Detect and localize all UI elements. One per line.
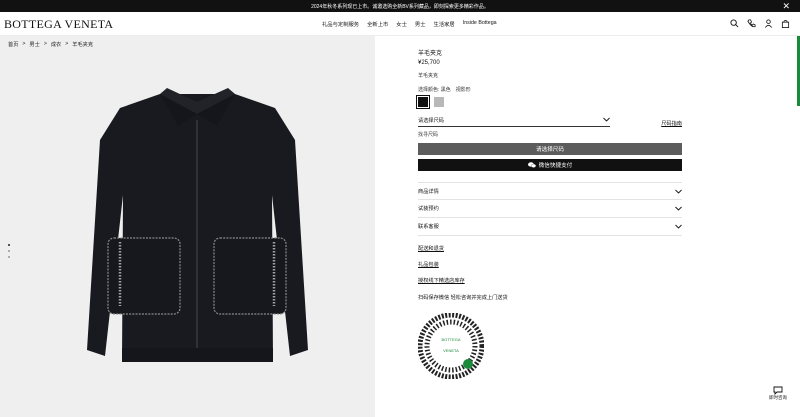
service-links: 配送和退货 礼品包装 授权线下精选店库存: [418, 245, 682, 284]
chevron-down-icon: [603, 117, 610, 122]
wechat-pay-button[interactable]: 微信快捷支付: [418, 159, 682, 171]
wechat-pay-label: 微信快捷支付: [538, 163, 573, 169]
gallery-dot[interactable]: [8, 256, 10, 258]
product-title: 羊毛夹克: [418, 51, 443, 57]
site-header: BOTTEGA VENETA 礼品与定制服务 全新上市 女士 男士 生活家居 I…: [0, 12, 800, 36]
gallery-dot[interactable]: [8, 250, 10, 252]
accordion-label: 试装预约: [418, 206, 439, 212]
accordion-details[interactable]: 商品详情: [418, 182, 682, 200]
account-icon[interactable]: [764, 19, 773, 28]
breadcrumb-home[interactable]: 首页: [8, 41, 18, 48]
wechat-icon: [527, 162, 536, 168]
chat-label: 即时咨询: [769, 395, 787, 400]
brand-logo[interactable]: BOTTEGA VENETA: [4, 17, 113, 32]
breadcrumb-current: 羊毛夹克: [72, 42, 94, 48]
accordion-fitting[interactable]: 试装预约: [418, 200, 682, 218]
breadcrumb-ready-to-wear[interactable]: 成衣: [51, 41, 61, 48]
live-chat-button[interactable]: 即时咨询: [764, 386, 792, 408]
chevron-down-icon: [675, 189, 682, 194]
nav-item-gifts[interactable]: 礼品与定制服务: [322, 20, 359, 28]
announcement-bar: 2024年秋冬系列现已上市。诚邀选购全新BV系列藏品，即刻探索更多精彩作品。 ✕: [0, 0, 800, 12]
qr-note: 扫码保存微信 轻松咨询并完成上门送货: [418, 295, 508, 301]
store-stock-link[interactable]: 授权线下精选店库存: [418, 277, 465, 284]
gallery-dot[interactable]: [8, 244, 10, 246]
accordion: 商品详情 试装预约 联系客服: [418, 182, 682, 236]
bag-icon[interactable]: [781, 19, 790, 28]
product-panel: 羊毛夹克 ¥25,700 羊毛夹克 选择颜色: 黑色 视影形 请选择尺码 尺码指…: [416, 48, 682, 301]
chevron-down-icon: [675, 224, 682, 229]
breadcrumb-separator: >: [22, 41, 26, 47]
qr-brand-line-2: VENETA: [443, 348, 459, 353]
breadcrumb-men[interactable]: 男士: [29, 41, 39, 48]
nav-item-home[interactable]: 生活家居: [434, 20, 455, 28]
chat-icon: [773, 386, 783, 395]
accordion-label: 联系客服: [418, 224, 439, 230]
gallery-pagination: [8, 244, 10, 258]
wechat-qr-code: BOTTEGA VENETA: [418, 313, 484, 379]
size-guide-link[interactable]: 尺码指南: [661, 120, 682, 127]
size-select-label: 请选择尺码: [418, 118, 444, 124]
size-row: 请选择尺码 尺码指南: [418, 117, 682, 127]
color-label: 选择颜色: 黑色 视影形: [418, 87, 471, 93]
accordion-contact[interactable]: 联系客服: [418, 218, 682, 236]
product-image[interactable]: [60, 80, 335, 380]
size-select[interactable]: 请选择尺码: [418, 117, 610, 127]
swatch-grey[interactable]: [434, 97, 444, 107]
color-swatches: [416, 95, 682, 109]
breadcrumb: 首页 > 男士 > 成衣 > 羊毛夹克: [8, 41, 93, 48]
nav-item-inside[interactable]: Inside Bottega: [463, 20, 497, 28]
product-subtitle: 羊毛夹克: [418, 73, 439, 79]
search-icon[interactable]: [730, 19, 739, 28]
nav-item-women[interactable]: 女士: [396, 20, 407, 28]
announcement-text: 2024年秋冬系列现已上市。诚邀选购全新BV系列藏品，即刻探索更多精彩作品。: [311, 3, 489, 10]
phone-icon[interactable]: [747, 19, 756, 28]
delivery-returns-link[interactable]: 配送和退货: [418, 245, 444, 252]
gift-wrap-link[interactable]: 礼品包装: [418, 261, 439, 268]
nav-item-men[interactable]: 男士: [415, 20, 426, 28]
breadcrumb-separator: >: [43, 41, 47, 47]
close-icon[interactable]: ✕: [782, 1, 790, 11]
swatch-black[interactable]: [416, 95, 430, 109]
nav-item-new[interactable]: 全新上市: [367, 20, 388, 28]
main-nav: 礼品与定制服务 全新上市 女士 男士 生活家居 Inside Bottega: [322, 20, 497, 28]
header-icons: [730, 19, 790, 28]
chevron-down-icon: [675, 206, 682, 211]
size-note: 找寻尺码: [418, 132, 439, 138]
product-price: ¥25,700: [418, 60, 440, 66]
qr-brand-line-1: BOTTEGA: [441, 337, 460, 342]
accordion-label: 商品详情: [418, 188, 439, 195]
breadcrumb-separator: >: [65, 41, 69, 47]
select-size-button[interactable]: 请选择尺码: [418, 143, 682, 155]
